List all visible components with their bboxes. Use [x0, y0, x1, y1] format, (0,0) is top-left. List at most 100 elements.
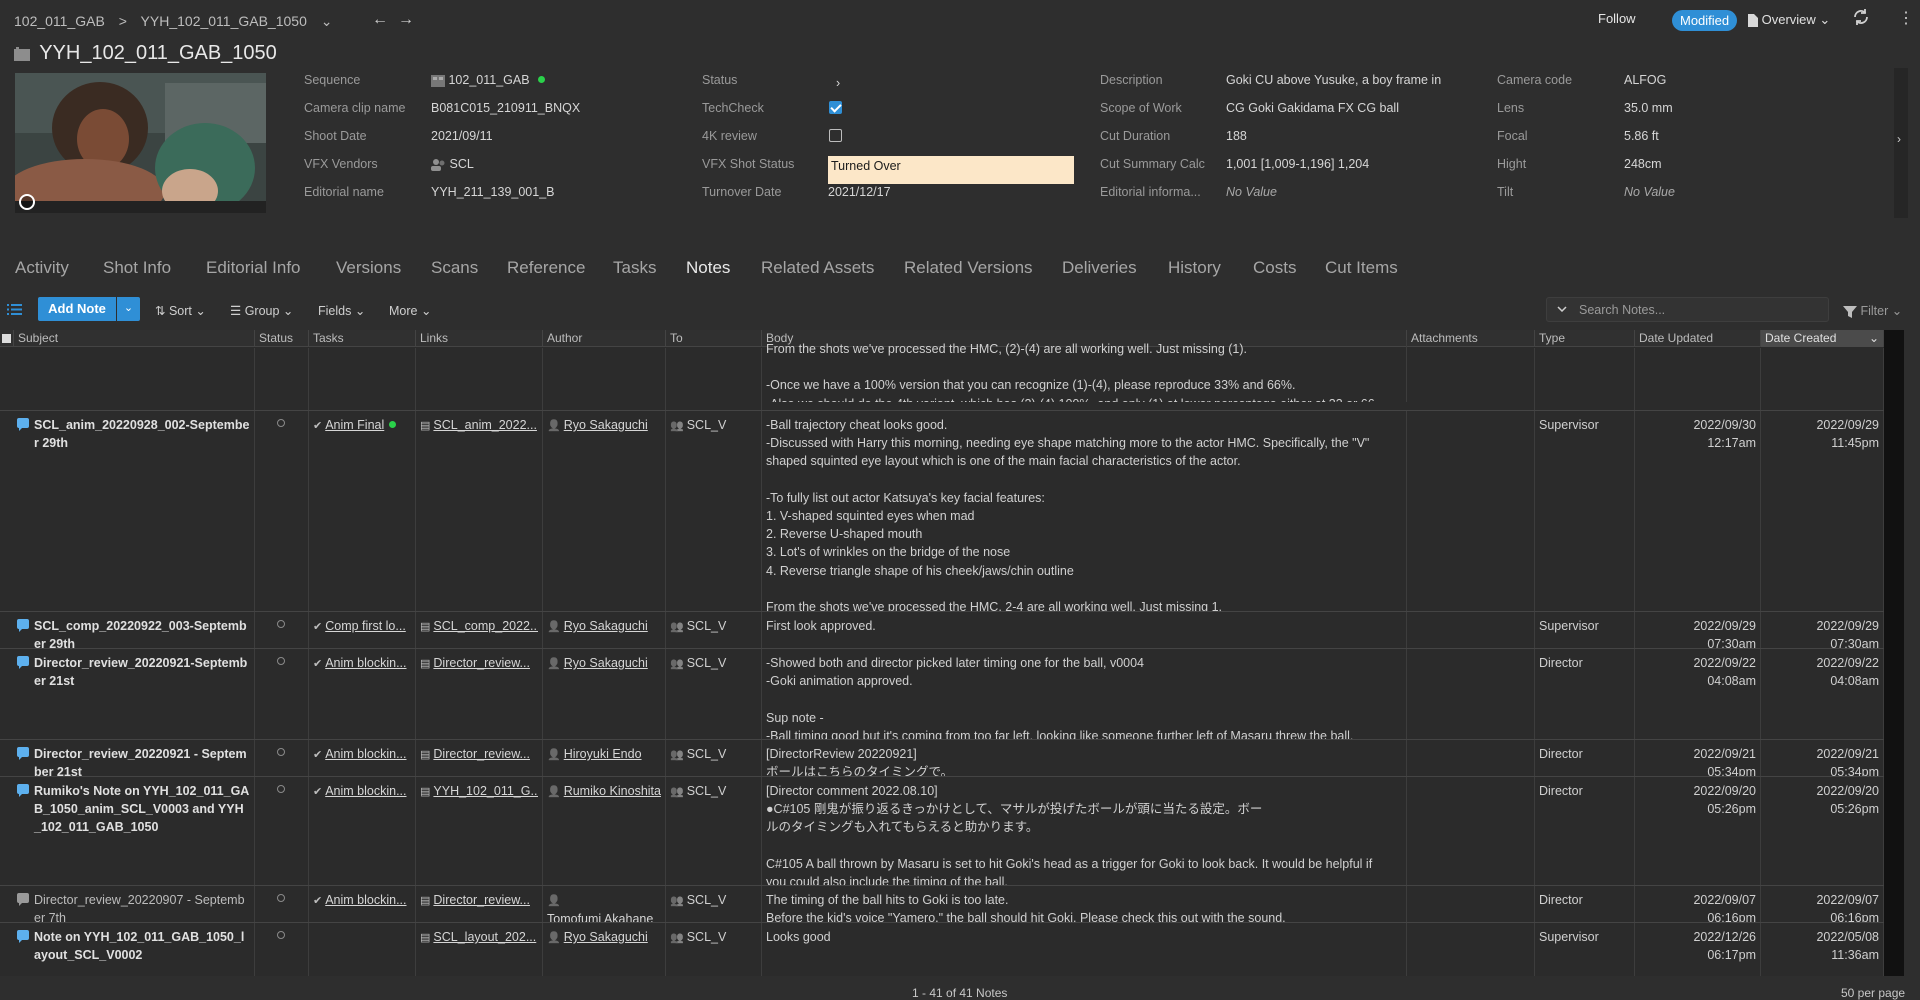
tab-reference[interactable]: Reference	[507, 258, 585, 278]
vfx-shot-status-field[interactable]: Turned Over	[828, 156, 1074, 184]
note-author[interactable]: Ryo Sakaguchi	[564, 656, 648, 670]
column-header-subject[interactable]: Subject	[14, 330, 255, 347]
shot-thumbnail[interactable]	[15, 73, 266, 213]
status-circle-icon[interactable]	[277, 785, 285, 793]
more-options-icon[interactable]: ⋮	[1898, 8, 1914, 28]
search-input[interactable]	[1579, 302, 1819, 318]
list-view-icon[interactable]	[7, 304, 22, 315]
tab-costs[interactable]: Costs	[1253, 258, 1296, 278]
4k-review-checkbox[interactable]	[829, 129, 842, 142]
tab-versions[interactable]: Versions	[336, 258, 401, 278]
cell-subject[interactable]	[14, 348, 255, 410]
field-value-hight[interactable]: 248cm	[1624, 157, 1864, 171]
field-value-editorial-name[interactable]: YYH_211_139_001_B	[431, 185, 661, 199]
forward-arrow-icon[interactable]: →	[398, 11, 424, 28]
tab-history[interactable]: History	[1168, 258, 1221, 278]
cell-subject[interactable]: SCL_comp_20220922_003-September 29th	[14, 612, 255, 648]
table-row[interactable]: From the shots we've processed the HMC, …	[0, 340, 1884, 411]
tab-scans[interactable]: Scans	[431, 258, 478, 278]
table-row[interactable]: Rumiko's Note on YYH_102_011_GAB_1050_an…	[0, 777, 1884, 886]
group-button[interactable]: ☰ Group ⌄	[230, 303, 293, 318]
column-header-to[interactable]: To	[666, 330, 762, 347]
more-button[interactable]: More ⌄	[389, 303, 431, 318]
field-value-shoot-date[interactable]: 2021/09/11	[431, 129, 661, 143]
column-header-date-updated[interactable]: Date Updated	[1635, 330, 1761, 347]
note-link[interactable]: Director_review...	[433, 747, 530, 761]
note-task[interactable]: Comp first lo...	[325, 619, 406, 633]
field-value-cut-summary[interactable]: 1,001 [1,009-1,196] 1,204	[1226, 157, 1486, 171]
table-row[interactable]: Director_review_20220921 - September 21s…	[0, 740, 1884, 777]
field-value-status[interactable]: ›	[836, 76, 866, 90]
field-value-lens[interactable]: 35.0 mm	[1624, 101, 1864, 115]
table-row[interactable]: Director_review_20220907 - September 7th…	[0, 886, 1884, 923]
refresh-icon[interactable]	[1852, 8, 1870, 26]
note-link[interactable]: SCL_layout_202...	[433, 930, 536, 944]
column-header-type[interactable]: Type	[1535, 330, 1635, 347]
add-note-dropdown[interactable]: ⌄	[117, 297, 140, 321]
note-task[interactable]: Anim blockin...	[325, 893, 406, 907]
column-header-links[interactable]: Links	[416, 330, 543, 347]
tab-notes[interactable]: Notes	[686, 258, 730, 278]
tab-related-versions[interactable]: Related Versions	[904, 258, 1033, 278]
cell-subject[interactable]: Director_review_20220921 - September 21s…	[14, 740, 255, 776]
note-author[interactable]: Tomofumi Akahane	[547, 912, 653, 922]
note-task[interactable]: Anim blockin...	[325, 747, 406, 761]
field-value-description[interactable]: Goki CU above Yusuke, a boy frame in	[1226, 73, 1486, 87]
play-icon[interactable]	[19, 194, 35, 210]
per-page-selector[interactable]: 50 per page	[1841, 986, 1905, 1000]
techcheck-checkbox[interactable]	[829, 101, 842, 114]
note-task[interactable]: Anim blockin...	[325, 656, 406, 670]
field-value-scope-of-work[interactable]: CG Goki Gakidama FX CG ball	[1226, 101, 1486, 115]
cell-subject[interactable]: SCL_anim_20220928_002-September 29th	[14, 411, 255, 611]
note-link[interactable]: Director_review...	[433, 656, 530, 670]
note-task[interactable]: Anim Final	[325, 418, 384, 432]
note-link[interactable]: SCL_comp_2022...	[433, 619, 538, 633]
tab-activity[interactable]: Activity	[15, 258, 69, 278]
expand-panel-button[interactable]: ›	[1894, 68, 1908, 218]
breadcrumb-dropdown-icon[interactable]: ⌄	[321, 13, 333, 29]
table-row[interactable]: Director_review_20220921-September 21st ✔…	[0, 649, 1884, 740]
column-header-author[interactable]: Author	[543, 330, 666, 347]
tab-cut-items[interactable]: Cut Items	[1325, 258, 1398, 278]
filter-button[interactable]: Filter ⌄	[1843, 303, 1902, 318]
field-value-camera-clip[interactable]: B081C015_210911_BNQX	[431, 101, 661, 115]
note-author[interactable]: Ryo Sakaguchi	[564, 418, 648, 432]
status-circle-icon[interactable]	[277, 419, 285, 427]
field-value-vfx-vendors[interactable]: SCL	[431, 157, 661, 171]
note-author[interactable]: Ryo Sakaguchi	[564, 930, 648, 944]
field-value-tilt[interactable]: No Value	[1624, 185, 1864, 199]
column-header-tasks[interactable]: Tasks	[309, 330, 416, 347]
tab-editorial-info[interactable]: Editorial Info	[206, 258, 301, 278]
field-value-cut-duration[interactable]: 188	[1226, 129, 1486, 143]
chevron-down-icon[interactable]	[1557, 306, 1567, 312]
field-value-camera-code[interactable]: ALFOG	[1624, 73, 1864, 87]
tab-shot-info[interactable]: Shot Info	[103, 258, 171, 278]
status-circle-icon[interactable]	[277, 657, 285, 665]
note-author[interactable]: Hiroyuki Endo	[564, 747, 642, 761]
column-header-date-created[interactable]: Date Created ⌄	[1761, 330, 1884, 347]
breadcrumb-current[interactable]: YYH_102_011_GAB_1050	[141, 13, 307, 29]
fields-button[interactable]: Fields ⌄	[318, 303, 365, 318]
back-arrow-icon[interactable]: ←	[372, 11, 398, 28]
field-value-focal[interactable]: 5.86 ft	[1624, 129, 1864, 143]
status-circle-icon[interactable]	[277, 620, 285, 628]
table-row[interactable]: SCL_anim_20220928_002-September 29th ✔ Ani…	[0, 411, 1884, 612]
follow-button[interactable]: Follow	[1598, 11, 1636, 26]
status-circle-icon[interactable]	[277, 931, 285, 939]
note-task[interactable]: Anim blockin...	[325, 784, 406, 798]
sort-button[interactable]: ⇅ Sort ⌄	[155, 303, 206, 318]
note-link[interactable]: YYH_102_011_G...	[433, 784, 538, 798]
tab-related-assets[interactable]: Related Assets	[761, 258, 874, 278]
table-row[interactable]: Note on YYH_102_011_GAB_1050_layout_SCL_…	[0, 923, 1884, 976]
note-link[interactable]: Director_review...	[433, 893, 530, 907]
note-author[interactable]: Rumiko Kinoshita	[564, 784, 661, 798]
cell-subject[interactable]: Director_review_20220921-September 21st	[14, 649, 255, 739]
overview-dropdown[interactable]: Overview ⌄	[1747, 12, 1830, 28]
select-all-checkbox[interactable]	[0, 330, 14, 347]
modified-badge[interactable]: Modified	[1672, 10, 1738, 31]
note-link[interactable]: SCL_anim_2022...	[433, 418, 537, 432]
field-value-sequence[interactable]: 102_011_GAB	[431, 73, 661, 87]
column-header-attachments[interactable]: Attachments	[1407, 330, 1535, 347]
field-value-turnover-date[interactable]: 2021/12/17	[828, 185, 1058, 199]
cell-subject[interactable]: Director_review_20220907 - September 7th	[14, 886, 255, 922]
